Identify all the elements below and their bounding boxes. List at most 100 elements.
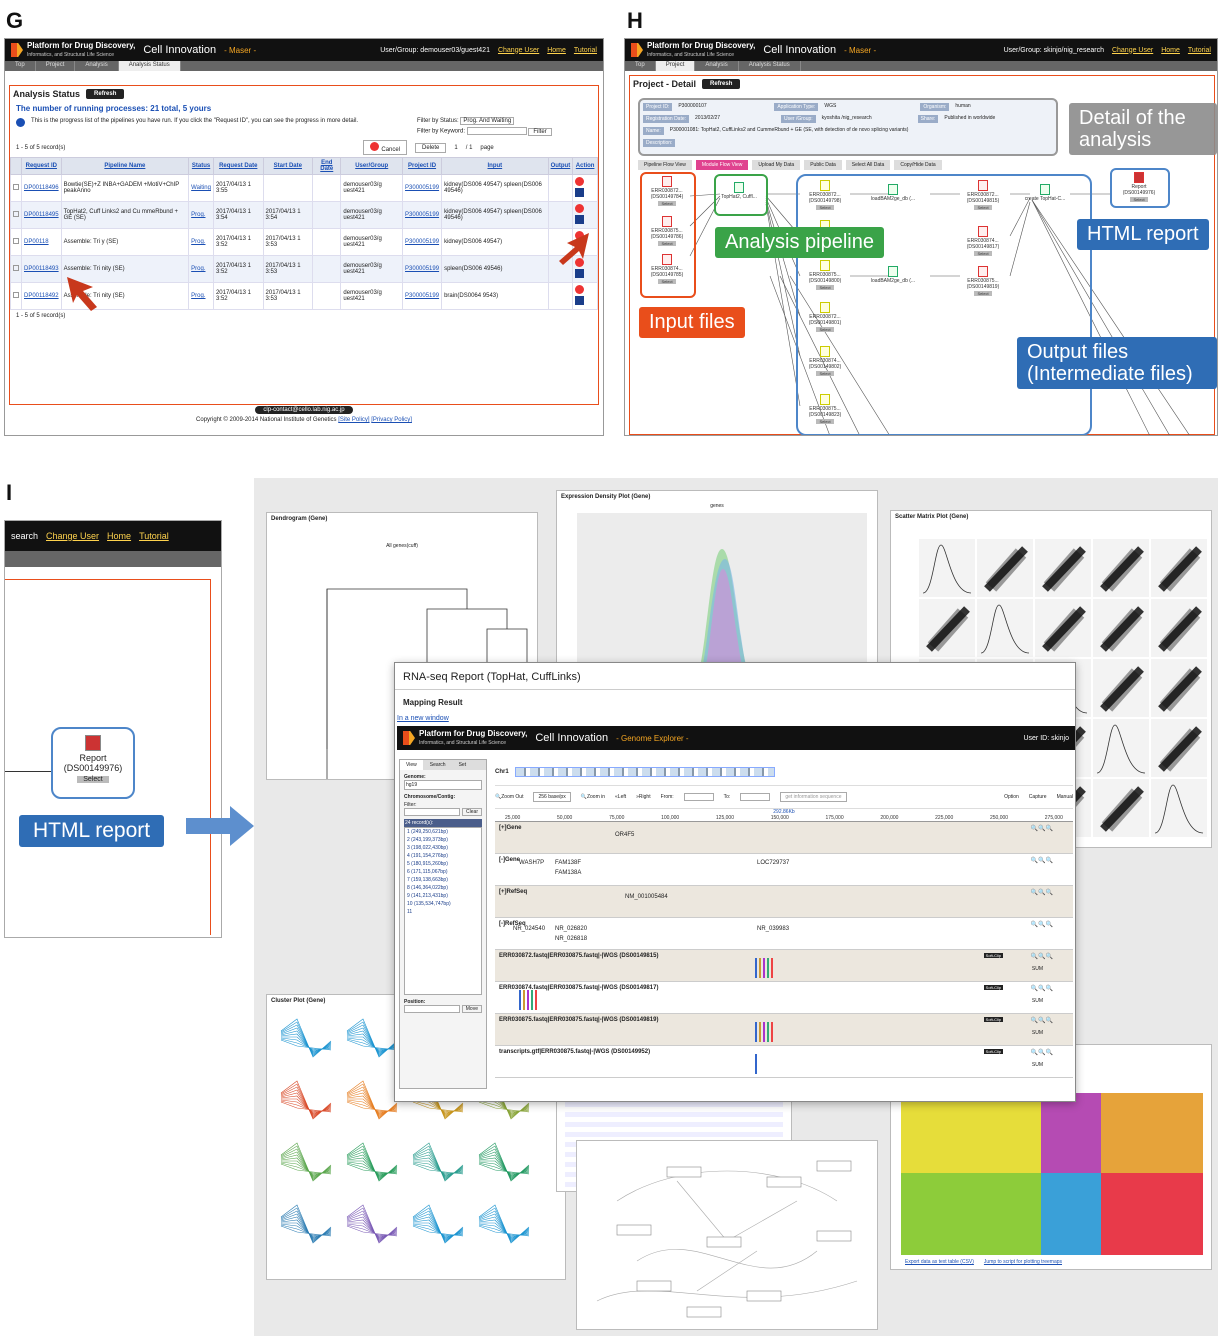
track-zoom-icons[interactable]: 🔍🔍🔍	[1031, 889, 1053, 896]
genome-track[interactable]: [-]RefSeq 🔍🔍🔍 NR_024540 NR_026820 NR_026818 N…	[495, 918, 1073, 950]
col-output[interactable]: Output	[547, 157, 574, 175]
privacy-policy-link[interactable]: [Privacy Policy]	[371, 417, 412, 423]
new-window-link[interactable]: In a new window	[395, 711, 1075, 726]
status-link[interactable]: Prog.	[188, 201, 214, 229]
chromosome-item[interactable]: 10 (135,534,747bp)	[405, 900, 481, 908]
col-select[interactable]	[10, 157, 22, 175]
filter-status-select[interactable]: Prog. And Waiting	[460, 117, 515, 125]
from-input[interactable]	[683, 793, 714, 801]
tutorial-link[interactable]: Tutorial	[1188, 47, 1211, 54]
change-user-link[interactable]: Change User	[1112, 47, 1153, 54]
chromosome-item[interactable]: 11	[405, 908, 481, 916]
track-zoom-icons[interactable]: 🔍🔍🔍	[1031, 985, 1053, 992]
gene-label[interactable]: OR4F5	[615, 832, 634, 838]
change-user-link[interactable]: Change User	[46, 531, 99, 541]
status-link[interactable]: Prog.	[188, 282, 214, 310]
tab-project[interactable]: Project	[36, 61, 76, 71]
genome-track[interactable]: ERR030874.fastq|ERR030875.fastq|-|WGS (D…	[495, 982, 1073, 1014]
col-status[interactable]: Status	[188, 157, 214, 175]
col-request-id[interactable]: Request ID	[21, 157, 62, 175]
tutorial-link[interactable]: Tutorial	[139, 531, 169, 541]
genome-track[interactable]: [+]Gene 🔍🔍🔍 OR4F5	[495, 822, 1073, 854]
genome-track[interactable]: ERR030875.fastq|ERR030875.fastq|-|WGS (D…	[495, 1014, 1073, 1046]
chromosome-item[interactable]: 7 (159,138,663bp)	[405, 876, 481, 884]
project-id-link[interactable]: P300005199	[402, 228, 443, 256]
track-zoom-icons[interactable]: 🔍🔍🔍	[1031, 921, 1053, 928]
row-checkbox[interactable]	[10, 282, 22, 310]
chromosome-item[interactable]: 3 (198,022,430bp)	[405, 844, 481, 852]
page-number[interactable]: 1	[454, 145, 457, 151]
project-id-link[interactable]: P300005199	[402, 201, 443, 229]
tab-analysis[interactable]: Analysis	[695, 61, 739, 71]
project-id-link[interactable]: P300005199	[402, 174, 443, 202]
project-id-link[interactable]: P300005199	[402, 282, 443, 310]
left-button[interactable]: «Left	[615, 794, 626, 800]
genome-track[interactable]: ERR030872.fastq|ERR030875.fastq|-|WGS (D…	[495, 950, 1073, 982]
request-id-link[interactable]: DP00118	[21, 228, 62, 256]
filter-keyword-input[interactable]	[466, 127, 527, 135]
gene-label[interactable]: LOC729737	[757, 860, 789, 866]
request-id-link[interactable]: DP00118496	[21, 174, 62, 202]
to-input[interactable]	[740, 793, 771, 801]
request-id-link[interactable]: DP00118493	[21, 255, 62, 283]
request-id-link[interactable]: DP00118495	[21, 201, 62, 229]
cancel-button[interactable]: Cancel	[381, 147, 400, 153]
row-checkbox[interactable]	[10, 228, 22, 256]
status-link[interactable]: Prog.	[188, 228, 214, 256]
zoom-out-button[interactable]: 🔍Zoom Out	[495, 794, 523, 800]
col-end-date[interactable]: End Date	[312, 157, 342, 175]
row-checkbox[interactable]	[10, 174, 22, 202]
tab-analysis[interactable]: Analysis	[75, 61, 119, 71]
gene-label[interactable]: NR_026818	[555, 936, 587, 942]
clear-button[interactable]: Clear	[462, 808, 482, 816]
treemap-script-link[interactable]: Jump to script for plotting treemaps	[984, 1259, 1062, 1265]
cancel-icon[interactable]	[575, 204, 585, 213]
table-row[interactable]: DP00118 Assemble: Tri y (SE) Prog. 2017/04/…	[10, 228, 598, 256]
gene-label[interactable]: NM_001005484	[625, 894, 668, 900]
track-zoom-icons[interactable]: 🔍🔍🔍	[1031, 1017, 1053, 1024]
track-zoom-icons[interactable]: 🔍🔍🔍	[1031, 1049, 1053, 1056]
chromosome-item[interactable]: 5 (180,915,260bp)	[405, 860, 481, 868]
chromosome-item[interactable]: 4 (191,154,276bp)	[405, 852, 481, 860]
genome-track[interactable]: [+]RefSeq 🔍🔍🔍 NM_001005484	[495, 886, 1073, 918]
report-icon[interactable]	[575, 188, 585, 197]
tutorial-link[interactable]: Tutorial	[574, 47, 597, 54]
get-sequence-button[interactable]: get information sequence	[780, 792, 847, 802]
gene-label[interactable]: NR_039983	[757, 926, 789, 932]
move-button[interactable]: Move	[461, 1005, 482, 1013]
row-checkbox[interactable]	[10, 255, 22, 283]
tab-analysis-status[interactable]: Analysis Status	[739, 61, 801, 71]
gene-label[interactable]: FAM138F	[555, 860, 581, 866]
col-start-date[interactable]: Start Date	[262, 157, 314, 175]
status-link[interactable]: Waiting	[188, 174, 214, 202]
right-button[interactable]: »Right	[636, 794, 650, 800]
col-input[interactable]: Input	[441, 157, 549, 175]
request-id-link[interactable]: DP00118492	[21, 282, 62, 310]
status-link[interactable]: Prog.	[188, 255, 214, 283]
cancel-icon[interactable]	[575, 177, 585, 186]
chromosome-item[interactable]: 2 (243,199,373bp)	[405, 836, 481, 844]
report-select-button[interactable]: Select	[77, 776, 109, 783]
genome-track[interactable]: transcripts.gtf|ERR030875.fastq|-|WGS (D…	[495, 1046, 1073, 1078]
genome-select[interactable]: hg19	[404, 780, 482, 790]
table-row[interactable]: DP00118495 TopHat2, Cuff Links2 and Cu mm…	[10, 201, 598, 229]
home-link[interactable]: Home	[547, 47, 566, 54]
zoom-level[interactable]: 256 base/px	[533, 792, 571, 802]
gene-label[interactable]: NR_024540	[513, 926, 545, 932]
zoom-in-button[interactable]: 🔍Zoom in	[581, 794, 605, 800]
contact-email[interactable]: clp-contact@cello.lab.nig.ac.jp	[255, 406, 353, 414]
track-zoom-icons[interactable]: 🔍🔍🔍	[1031, 857, 1053, 864]
filter-input[interactable]	[404, 808, 461, 816]
row-checkbox[interactable]	[10, 201, 22, 229]
gene-label[interactable]: NR_026820	[555, 926, 587, 932]
filter-button[interactable]: Filter	[528, 127, 552, 136]
chromosome-item[interactable]: 8 (146,364,022bp)	[405, 884, 481, 892]
capture-button[interactable]: Capture	[1029, 794, 1047, 800]
option-button[interactable]: Option	[1004, 794, 1019, 800]
chromosome-item[interactable]: 1 (249,250,621bp)	[405, 828, 481, 836]
col-request-date[interactable]: Request Date	[212, 157, 264, 175]
gene-label[interactable]: FAM138A	[555, 870, 581, 876]
gene-label[interactable]: WASH7P	[519, 860, 544, 866]
tab-view[interactable]: View	[400, 760, 423, 770]
tab-search[interactable]: Search	[424, 760, 452, 770]
